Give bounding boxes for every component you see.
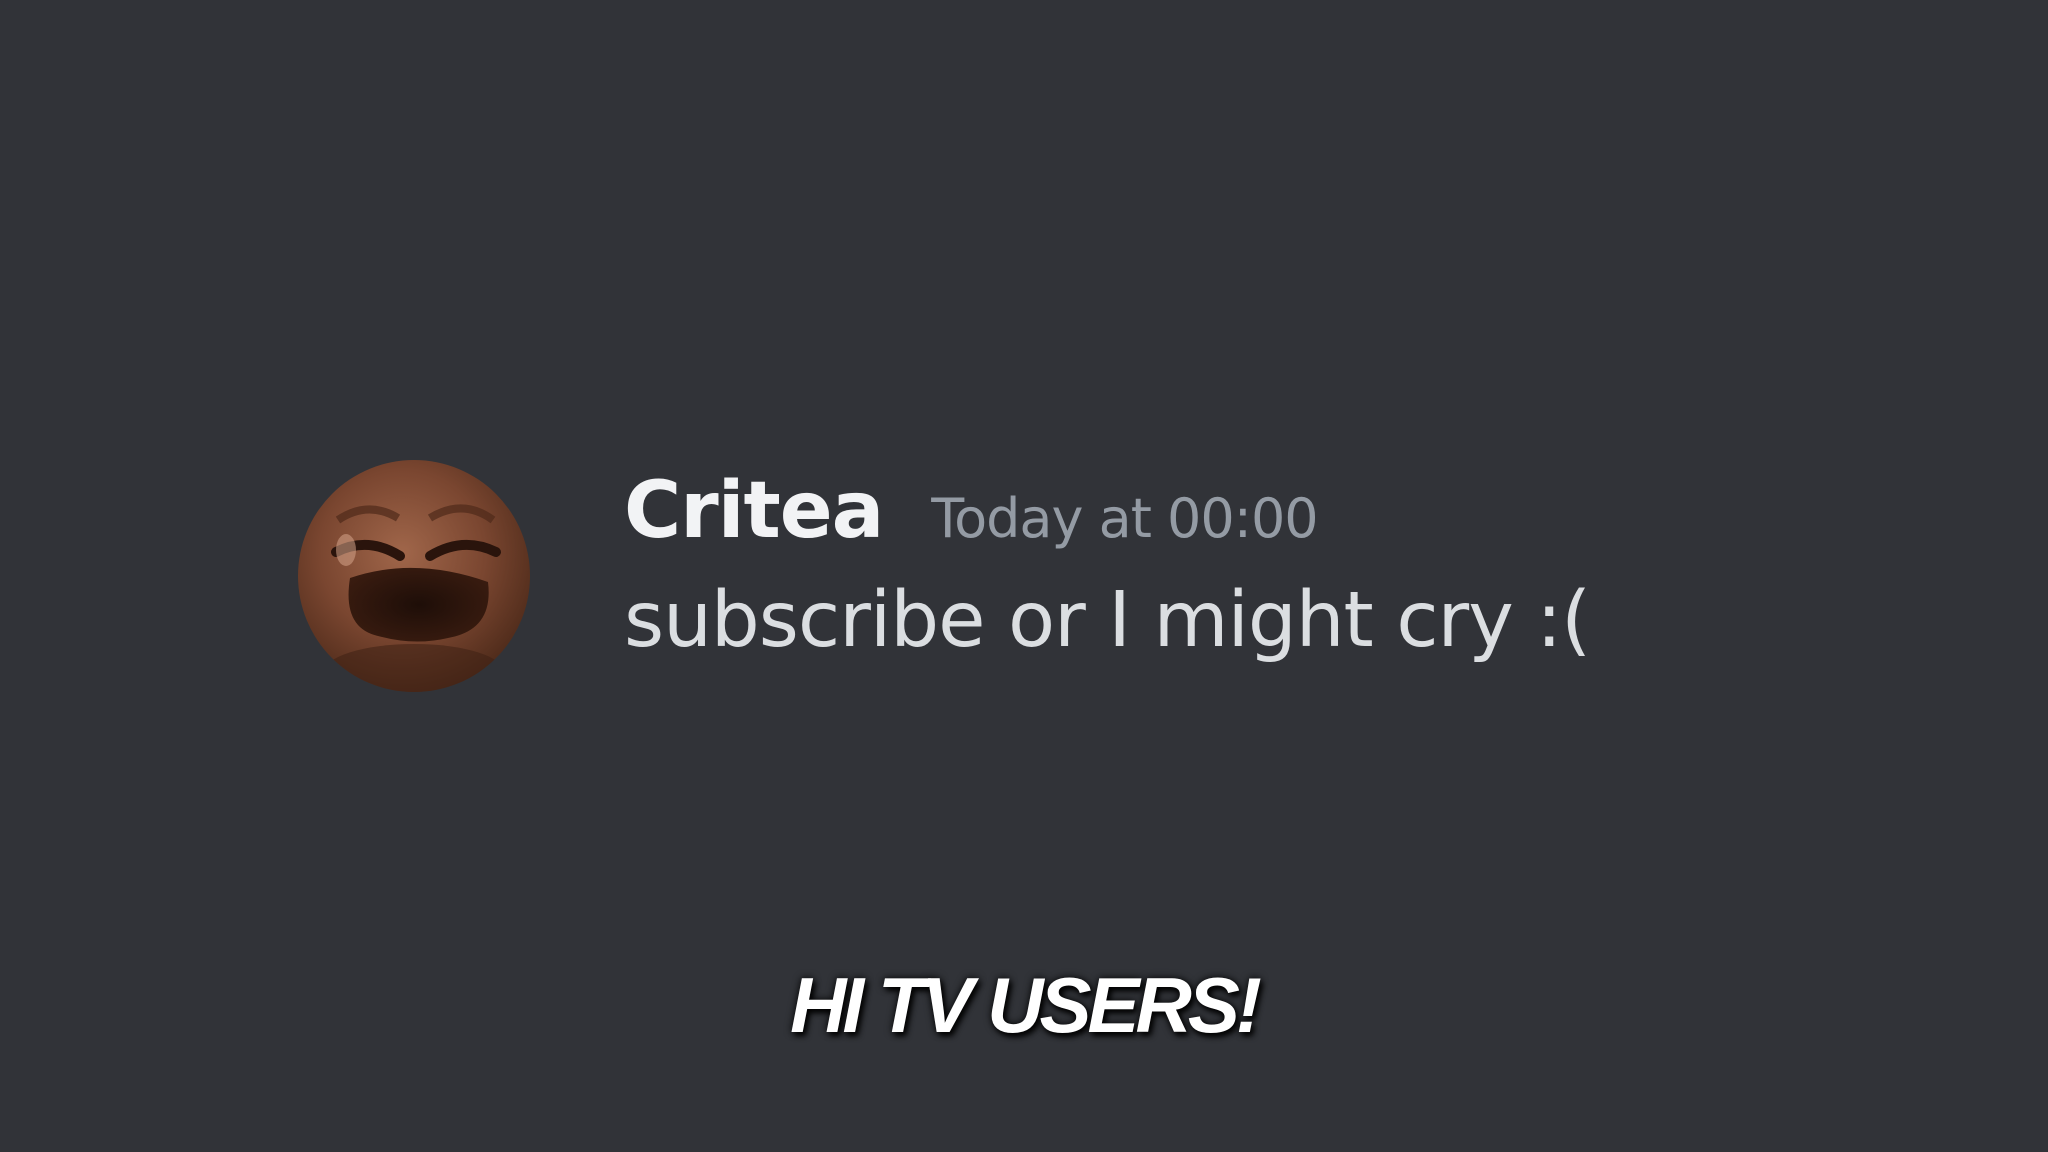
avatar[interactable] xyxy=(298,460,530,692)
chat-view: Critea Today at 00:00 subscribe or I mig… xyxy=(0,0,2048,1152)
overlay-caption: HI TV USERS! xyxy=(790,961,1262,1049)
message-text: subscribe or I might cry :( xyxy=(624,576,1591,665)
timestamp: Today at 00:00 xyxy=(931,487,1318,550)
message-content: Critea Today at 00:00 subscribe or I mig… xyxy=(624,460,1591,665)
chat-message: Critea Today at 00:00 subscribe or I mig… xyxy=(298,460,1591,692)
crying-face-avatar-icon xyxy=(298,460,530,692)
username[interactable]: Critea xyxy=(624,466,884,556)
message-header: Critea Today at 00:00 xyxy=(624,466,1590,566)
